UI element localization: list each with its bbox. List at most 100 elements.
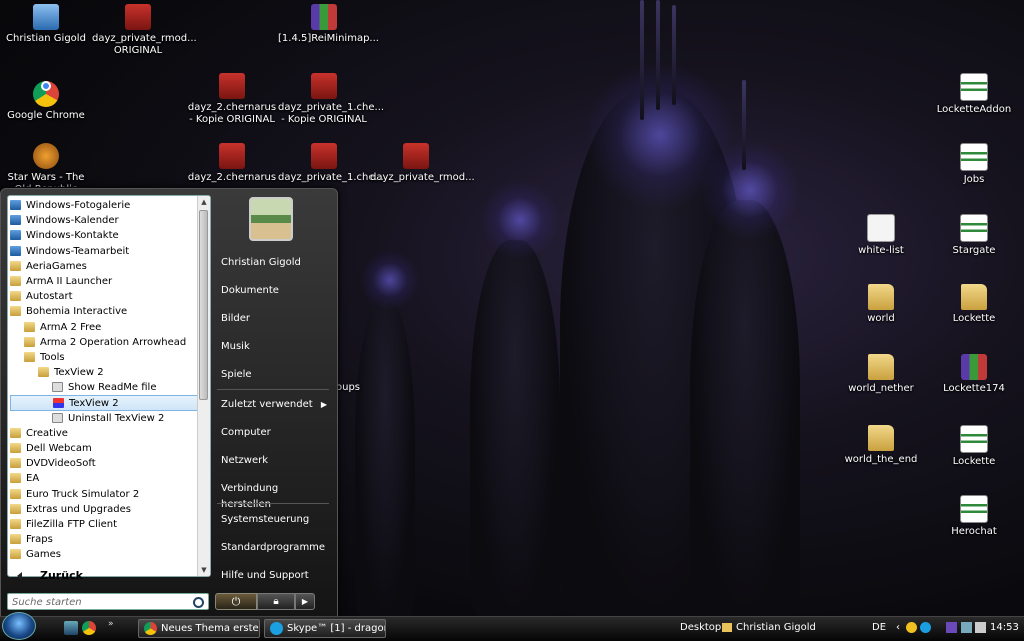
- program-tree: Windows-Fotogalerie Windows-Kalender Windo…: [10, 198, 198, 563]
- help-support-link[interactable]: Hilfe und Support: [221, 568, 331, 584]
- desktop-toolbar-label[interactable]: Desktop: [680, 619, 721, 637]
- text-file-icon: [867, 214, 895, 242]
- program-item[interactable]: FileZilla FTP Client: [10, 517, 198, 532]
- start-search-input[interactable]: Suche starten: [7, 593, 209, 610]
- program-item[interactable]: ArmA II Launcher: [10, 274, 198, 289]
- start-button[interactable]: [2, 612, 36, 640]
- documents-link[interactable]: Dokumente: [221, 283, 331, 299]
- program-item[interactable]: Arma 2 Operation Arrowhead: [10, 335, 198, 350]
- control-panel-link[interactable]: Systemsteuerung: [221, 512, 331, 528]
- desktop-icon-lockette174[interactable]: Lockette174: [928, 354, 1020, 395]
- program-item[interactable]: EA: [10, 471, 198, 486]
- folder-icon: [10, 443, 21, 453]
- desktop-icon-pbo-chernarus[interactable]: dayz_2.chernarus: [186, 143, 278, 184]
- language-indicator[interactable]: DE: [872, 619, 886, 637]
- tray-expand-icon[interactable]: ‹: [896, 619, 900, 637]
- texview-app-icon: [53, 398, 64, 409]
- winrar-archive-icon: [961, 354, 987, 380]
- program-item[interactable]: Euro Truck Simulator 2: [10, 487, 198, 502]
- shutdown-options-button[interactable]: ▶: [295, 593, 315, 610]
- desktop-icon-pbo-private[interactable]: dayz_private_1.che...: [278, 143, 384, 184]
- back-button[interactable]: Zurück: [9, 567, 207, 585]
- desktop-icon-lockette-folder[interactable]: Lockette: [928, 284, 1020, 325]
- network-link[interactable]: Netzwerk: [221, 453, 331, 469]
- program-label: Autostart: [26, 291, 73, 303]
- program-label: TexView 2: [69, 398, 119, 410]
- program-item[interactable]: DVDVideoSoft: [10, 456, 198, 471]
- desktop-icon-pbo-private-kopie[interactable]: dayz_private_1.che... - Kopie ORIGINAL: [278, 73, 384, 126]
- program-item[interactable]: Creative: [10, 426, 198, 441]
- folder-icon: [10, 549, 21, 560]
- program-item[interactable]: Tools: [10, 350, 198, 365]
- program-item[interactable]: Extras und Upgrades: [10, 502, 198, 517]
- games-link[interactable]: Spiele: [221, 367, 331, 383]
- computer-link[interactable]: Computer: [221, 425, 331, 441]
- quicklaunch-overflow-icon[interactable]: »: [108, 619, 114, 629]
- taskbar-button-chrome[interactable]: Neues Thema erstell...: [138, 619, 260, 638]
- program-item[interactable]: Games: [10, 547, 198, 562]
- program-label: Bohemia Interactive: [26, 306, 128, 318]
- desktop-icon-herochat[interactable]: Herochat: [928, 495, 1020, 538]
- desktop-icon-star-wars[interactable]: Star Wars - The Old Republic: [0, 143, 92, 187]
- swtor-icon: [33, 143, 59, 169]
- program-item[interactable]: TexView 2: [10, 395, 198, 411]
- program-item[interactable]: Bohemia Interactive: [10, 304, 198, 319]
- scroll-up-icon[interactable]: ▲: [198, 196, 210, 208]
- program-item[interactable]: Dell Webcam: [10, 441, 198, 456]
- desktop-icon-world[interactable]: world: [835, 284, 927, 325]
- desktop-icon-pbo-rmod[interactable]: dayz_private_rmod...: [370, 143, 475, 184]
- scrollbar-thumb[interactable]: [199, 210, 208, 400]
- program-item[interactable]: AeriaGames: [10, 259, 198, 274]
- address-toolbar[interactable]: Christian Gigold: [722, 619, 816, 637]
- program-label: Arma 2 Operation Arrowhead: [40, 336, 187, 348]
- winrar-tray-icon[interactable]: [946, 621, 958, 633]
- norton-icon[interactable]: [906, 621, 917, 633]
- music-link[interactable]: Musik: [221, 339, 331, 355]
- desktop-icon-jobs[interactable]: Jobs: [928, 143, 1020, 186]
- desktop-icon-world-the-end[interactable]: world_the_end: [835, 425, 927, 466]
- volume-icon[interactable]: [974, 621, 986, 633]
- photo-gallery-icon: [10, 200, 21, 210]
- desktop-icon-world-nether[interactable]: world_nether: [835, 354, 927, 395]
- program-label: ArmA 2 Free: [40, 321, 102, 333]
- skype-tray-icon[interactable]: [920, 621, 932, 633]
- connect-to-link[interactable]: Verbindung herstellen: [221, 481, 331, 510]
- lock-button[interactable]: 🔒︎: [257, 593, 295, 610]
- recent-items-link[interactable]: Zuletzt verwendet ▶: [221, 397, 331, 413]
- program-list-scrollbar[interactable]: ▲ ▼: [197, 196, 210, 576]
- program-item[interactable]: Windows-Fotogalerie: [10, 198, 198, 213]
- power-button[interactable]: ⏻: [215, 593, 257, 610]
- pbo-file-icon: [219, 73, 245, 99]
- network-icon[interactable]: [960, 621, 972, 633]
- user-avatar[interactable]: [249, 197, 293, 241]
- user-folder-link[interactable]: Christian Gigold: [221, 255, 331, 271]
- desktop-icon-lockette-file[interactable]: Lockette: [928, 425, 1020, 468]
- power-icon: ⏻: [231, 595, 241, 608]
- program-item[interactable]: Uninstall TexView 2: [10, 411, 198, 426]
- program-item[interactable]: Show ReadMe file: [10, 380, 198, 395]
- desktop-icon-white-list[interactable]: white-list: [835, 214, 927, 257]
- desktop-icon-pbo-rmod-original[interactable]: dayz_private_rmod... ORIGINAL: [92, 4, 197, 57]
- desktop-icon-christian-gigold[interactable]: Christian Gigold: [0, 4, 92, 45]
- program-item[interactable]: ArmA 2 Free: [10, 320, 198, 335]
- program-item[interactable]: Windows-Kontakte: [10, 228, 198, 243]
- show-desktop-icon[interactable]: [64, 621, 78, 635]
- program-item[interactable]: Windows-Kalender: [10, 213, 198, 228]
- program-item[interactable]: Windows-Teamarbeit: [10, 244, 198, 259]
- chrome-quicklaunch-icon[interactable]: [82, 621, 96, 635]
- program-item[interactable]: TexView 2: [10, 365, 198, 380]
- desktop-icon-stargate[interactable]: Stargate: [928, 214, 1020, 257]
- desktop-icon-reiminimap[interactable]: [1.4.5]ReiMinimap...: [278, 4, 379, 45]
- clock[interactable]: 14:53: [990, 619, 1019, 637]
- program-item[interactable]: Fraps: [10, 532, 198, 547]
- config-file-icon: [960, 143, 988, 171]
- desktop-icon-pbo-chernarus-kopie[interactable]: dayz_2.chernarus - Kopie ORIGINAL: [186, 73, 278, 126]
- divider: [217, 389, 329, 390]
- folder-icon: [24, 336, 35, 347]
- program-item[interactable]: Autostart: [10, 289, 198, 304]
- taskbar-button-skype[interactable]: Skype™ [1] - dragon...: [264, 619, 386, 638]
- desktop-icon-google-chrome[interactable]: Google Chrome: [0, 73, 92, 122]
- pictures-link[interactable]: Bilder: [221, 311, 331, 327]
- desktop-icon-lockette-addon[interactable]: LocketteAddon: [928, 73, 1020, 116]
- default-programs-link[interactable]: Standardprogramme: [221, 540, 331, 556]
